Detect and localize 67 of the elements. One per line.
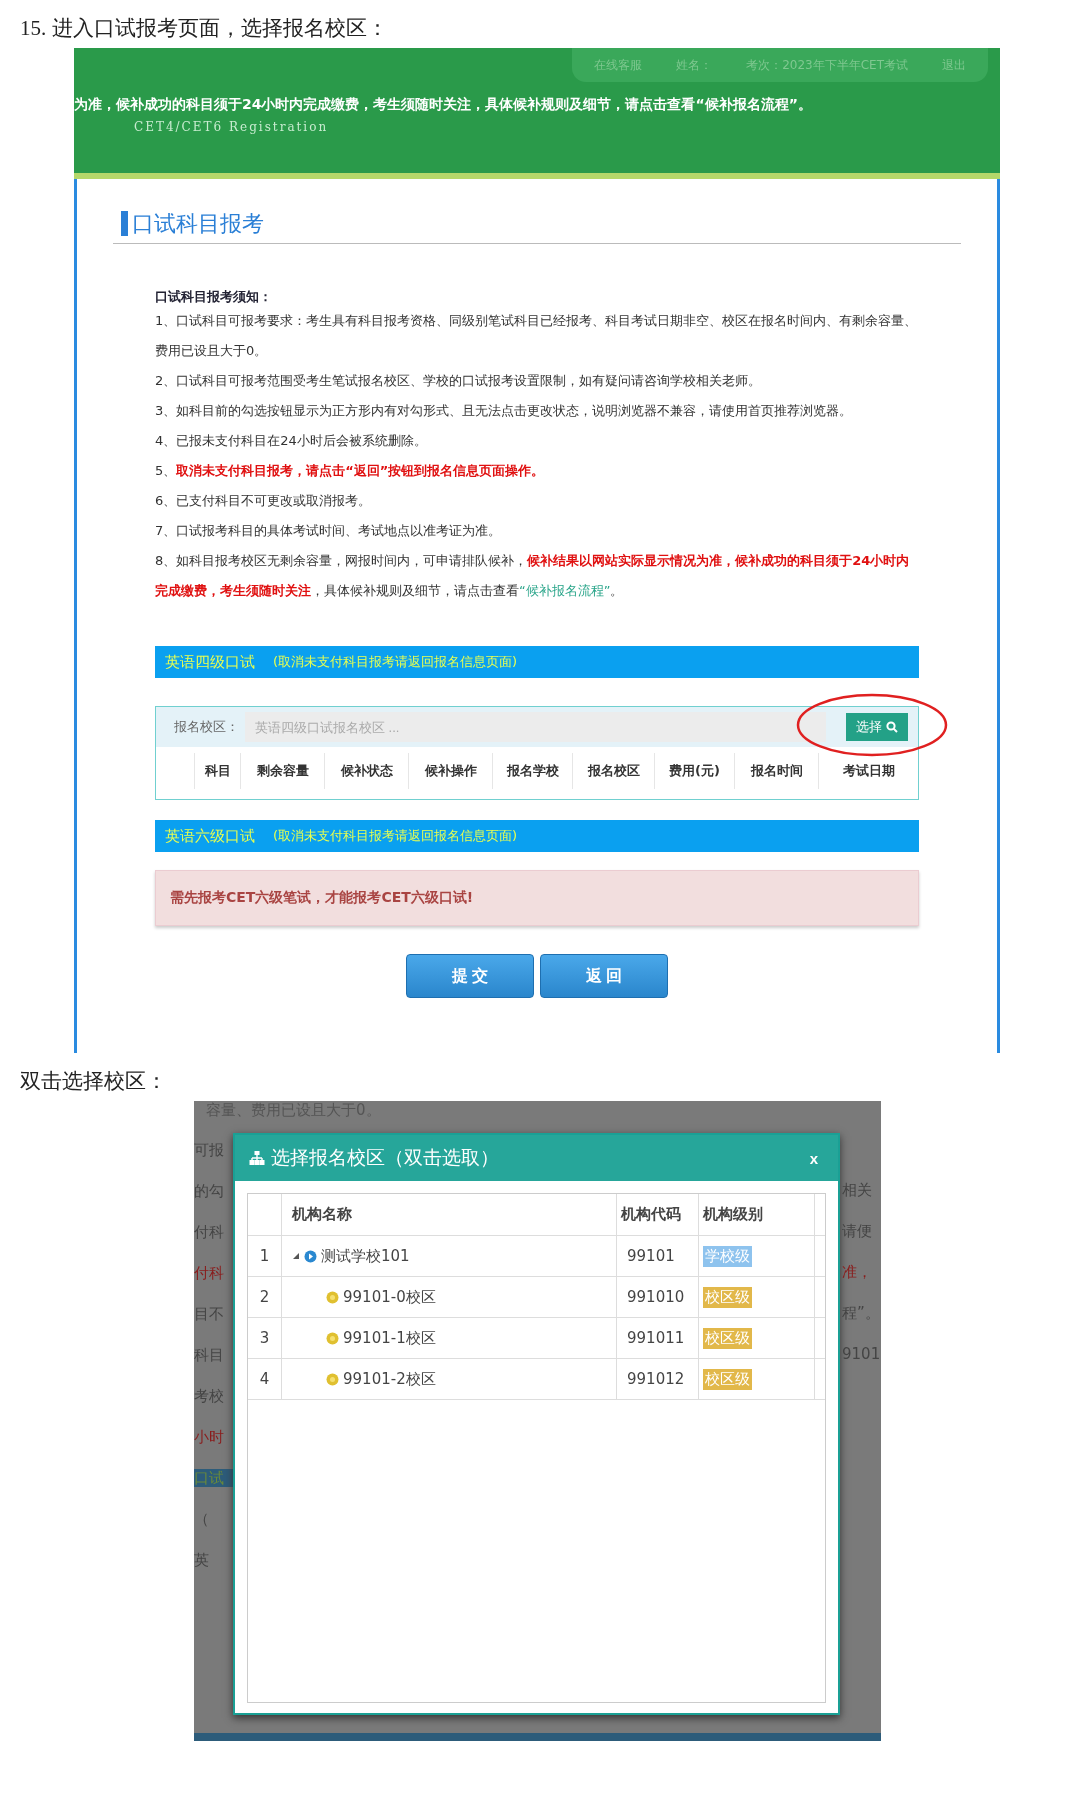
notice-item: 7、口试报考科目的具体考试时间、考试地点以准考证为准。 [155,522,503,540]
notice-item: 4、已报未支付科目在24小时后会被系统删除。 [155,432,428,450]
tree-node[interactable]: 99101-1校区 [282,1318,617,1358]
column-header: 报名时间 [734,753,818,789]
search-icon [886,721,898,733]
background-text: （ [194,1510,210,1528]
org-chart-icon [249,1151,265,1165]
level-tag: 校区级 [703,1327,752,1349]
table-cell: 991011 [617,1318,699,1358]
step-caption: 双击选择校区： [19,1068,168,1095]
row-number: 3 [248,1318,282,1358]
tree-node[interactable]: 99101-2校区 [282,1359,617,1399]
notice-item: 5、取消未支付科目报考，请点击“返回”按钮到报名信息页面操作。 [155,462,546,480]
column-header: 考试日期 [818,753,918,789]
column-header: 费用(元) [654,753,734,789]
table-cell: 99101 [617,1236,699,1276]
column-header: 科目 [194,753,240,789]
column-header: 候补操作 [408,753,492,789]
level-tag: 校区级 [703,1286,752,1308]
background-text: 付科 [194,1264,225,1282]
notice-item: 2、口试科目可报考范围受考生笔试报名校区、学校的口试报考设置限制，如有疑问请咨询学校相关老师。 [155,372,763,390]
submit-button[interactable]: 提 交 [406,954,534,998]
level-tag: 校区级 [703,1368,752,1390]
notice-item: 6、已支付科目不可更改或取消报考。 [155,492,373,510]
back-button[interactable]: 返 回 [540,954,668,998]
campus-input-field[interactable]: 英语四级口试报名校区 ... [245,712,826,742]
campus-node-icon [326,1331,339,1345]
step-caption: 15. 进入口试报考页面，选择报名校区： [19,15,389,42]
school-node-icon [304,1249,317,1263]
page-title: 口试科目报考 [121,211,264,236]
section-title: 英语六级口试 [165,826,255,846]
tree-node[interactable]: 测试学校101 [282,1236,617,1276]
scrolling-notice: 为准，候补成功的科目须于24小时内完成缴费，考生须随时关注，具体候补规则及细节，请点击查看“候补报名流程”。 [74,96,813,114]
section-note: (取消未支付科目报考请返回报名信息页面) [273,827,518,845]
column-header: 机构级别 [699,1194,815,1235]
notice-title: 口试科目报考须知： [155,288,273,306]
row-number: 4 [248,1359,282,1399]
column-header: 机构名称 [282,1194,617,1235]
column-header: 候补状态 [324,753,408,789]
field-label: 报名校区： [174,718,239,736]
campus-node-icon [326,1372,339,1386]
background-text: 准， [842,1263,873,1281]
close-button[interactable]: x [803,1148,824,1168]
select-button[interactable]: 选择 [846,713,908,741]
table-cell: 991010 [617,1277,699,1317]
tree-toggle-icon[interactable] [292,1252,300,1260]
notice-item: 1、口试科目可报考要求：考生具有科目报考资格、同级别笔试科目已经报考、科目考试日期非空、校区在报名时间内、有剩余容量、费用已设且大于0。 [155,312,919,360]
notice-item: 8、如科目报考校区无剩余容量，网报时间内，可申请排队候补，候补结果以网站实际显示情况为准，候补成功的科目须于24小时内完成缴费，考生须随时关注，具体候补规则及细节，请点击查看“候补报名流程”。 [155,552,911,600]
level-tag: 学校级 [703,1245,752,1267]
row-number: 2 [248,1277,282,1317]
warning-alert: 需先报考CET六级笔试，才能报考CET六级口试! [155,870,919,926]
process-link[interactable]: “候补报名流程” [519,583,611,598]
logo-text: CET4/CET6 Registration [134,120,330,134]
background-text: 口试 [194,1469,233,1487]
column-header: 机构代码 [617,1194,699,1235]
section-title: 英语四级口试 [165,652,255,672]
tree-node[interactable]: 99101-0校区 [282,1277,617,1317]
column-header: 报名校区 [572,753,654,789]
background-text: 小时 [194,1428,225,1446]
column-header: 剩余容量 [240,753,324,789]
table-cell: 991012 [617,1359,699,1399]
column-header: 报名学校 [492,753,572,789]
notice-item: 3、如科目前的勾选按钮显示为正方形内有对勾形式、且无法点击更改状态，说明浏览器不兼容，请使用首页推荐浏览器。 [155,402,854,420]
campus-node-icon [326,1290,339,1304]
dialog-title: 选择报名校区（双击选取） [271,1145,500,1170]
section-note: (取消未支付科目报考请返回报名信息页面) [273,653,518,671]
row-number: 1 [248,1236,282,1276]
